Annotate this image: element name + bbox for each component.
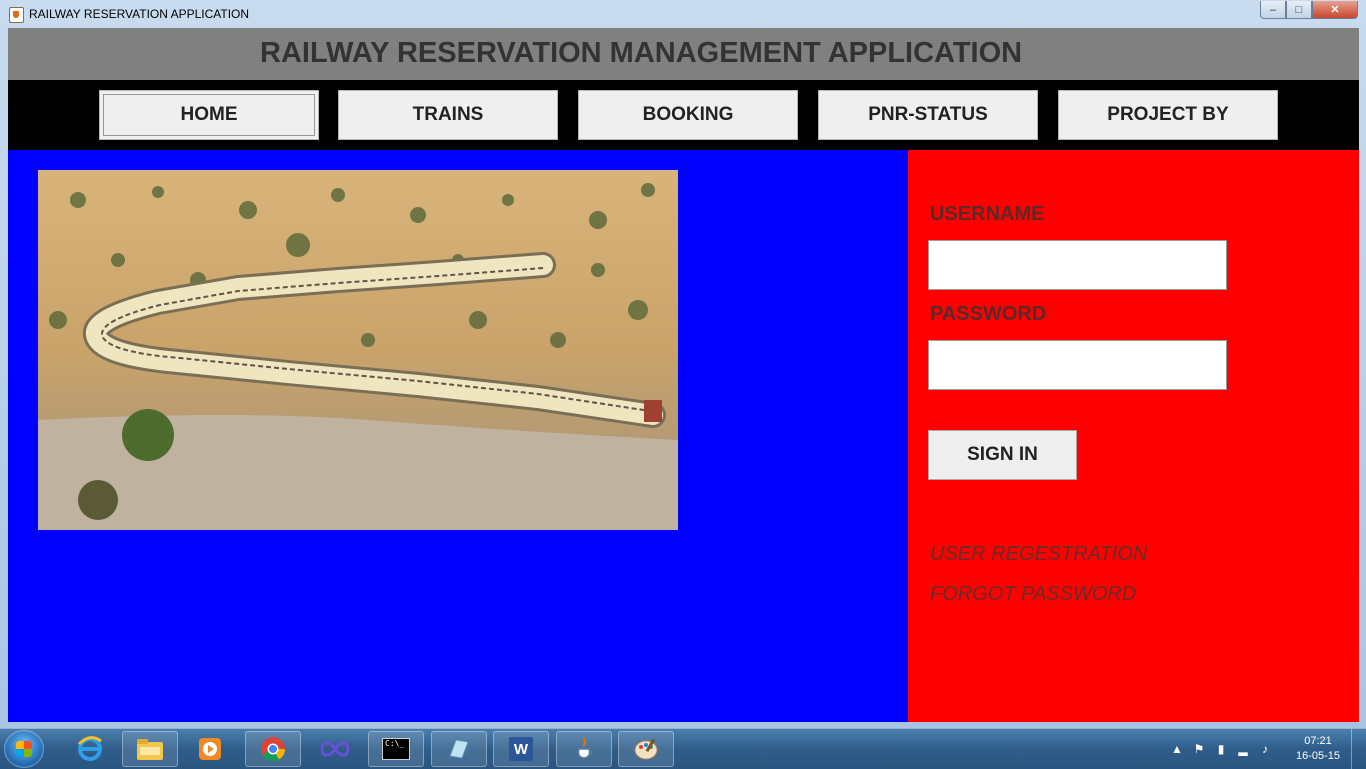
username-input[interactable] bbox=[928, 240, 1227, 290]
paint-icon[interactable] bbox=[618, 731, 674, 767]
chrome-icon[interactable] bbox=[245, 731, 301, 767]
train-landscape-image bbox=[38, 170, 678, 530]
system-tray: ▲ ⚑ ▮ ▂ ♪ 07:21 16-05-15 bbox=[1156, 729, 1366, 769]
system-clock[interactable]: 07:21 16-05-15 bbox=[1296, 734, 1340, 764]
infinity-app-icon[interactable] bbox=[307, 731, 363, 767]
minimize-button[interactable]: – bbox=[1260, 1, 1286, 19]
internet-explorer-icon[interactable] bbox=[62, 731, 118, 767]
window-controls: – □ ✕ bbox=[1260, 1, 1358, 19]
volume-icon[interactable]: ♪ bbox=[1258, 742, 1272, 756]
close-button[interactable]: ✕ bbox=[1312, 1, 1358, 19]
command-prompt-glyph: C:\_ bbox=[382, 738, 410, 760]
nav-project-by-button[interactable]: PROJECT BY bbox=[1058, 90, 1278, 140]
start-button[interactable] bbox=[4, 730, 44, 768]
java-icon[interactable] bbox=[556, 731, 612, 767]
show-desktop-button[interactable] bbox=[1351, 729, 1366, 769]
nav-booking-button[interactable]: BOOKING bbox=[578, 90, 798, 140]
command-prompt-icon[interactable]: C:\_ bbox=[368, 731, 424, 767]
battery-icon[interactable]: ▮ bbox=[1214, 742, 1228, 756]
password-label: PASSWORD bbox=[930, 303, 1047, 325]
clock-time: 07:21 bbox=[1304, 735, 1332, 747]
nav-pnr-status-button[interactable]: PNR-STATUS bbox=[818, 90, 1038, 140]
sign-in-button[interactable]: SIGN IN bbox=[928, 430, 1077, 480]
nav-bar: HOME TRAINS BOOKING PNR-STATUS PROJECT B… bbox=[8, 80, 1359, 150]
user-registration-link[interactable]: USER REGESTRATION bbox=[930, 543, 1147, 566]
show-hidden-icons-icon[interactable]: ▲ bbox=[1170, 742, 1184, 756]
java-app-icon bbox=[9, 7, 24, 23]
notepad-icon[interactable] bbox=[431, 731, 487, 767]
maximize-button[interactable]: □ bbox=[1286, 1, 1312, 19]
page-title: RAILWAY RESERVATION MANAGEMENT APPLICATI… bbox=[260, 37, 1023, 69]
word-glyph: W bbox=[509, 737, 533, 761]
nav-home-button[interactable]: HOME bbox=[99, 90, 319, 140]
window-title: RAILWAY RESERVATION APPLICATION bbox=[29, 7, 250, 21]
network-signal-icon[interactable]: ▂ bbox=[1236, 742, 1250, 756]
nav-trains-button[interactable]: TRAINS bbox=[338, 90, 558, 140]
file-explorer-icon[interactable] bbox=[122, 731, 178, 767]
word-icon[interactable]: W bbox=[493, 731, 549, 767]
forgot-password-link[interactable]: FORGOT PASSWORD bbox=[930, 583, 1136, 606]
app-window: RAILWAY RESERVATION APPLICATION – □ ✕ RA… bbox=[0, 0, 1366, 728]
title-bar[interactable]: RAILWAY RESERVATION APPLICATION – □ ✕ bbox=[0, 0, 1366, 28]
action-center-flag-icon[interactable]: ⚑ bbox=[1192, 742, 1206, 756]
client-area: RAILWAY RESERVATION MANAGEMENT APPLICATI… bbox=[8, 28, 1359, 722]
password-input[interactable] bbox=[928, 340, 1227, 390]
train-photo bbox=[38, 170, 678, 530]
login-panel: USERNAME PASSWORD SIGN IN USER REGESTRAT… bbox=[908, 150, 1359, 722]
left-panel bbox=[8, 150, 908, 722]
clock-date: 16-05-15 bbox=[1295, 750, 1340, 762]
username-label: USERNAME bbox=[930, 203, 1045, 225]
taskbar: C:\_ W ▲ ⚑ ▮ ▂ ♪ 07:21 16-05-15 bbox=[0, 728, 1366, 769]
header-bar: RAILWAY RESERVATION MANAGEMENT APPLICATI… bbox=[8, 28, 1359, 80]
media-player-icon[interactable] bbox=[182, 731, 238, 767]
